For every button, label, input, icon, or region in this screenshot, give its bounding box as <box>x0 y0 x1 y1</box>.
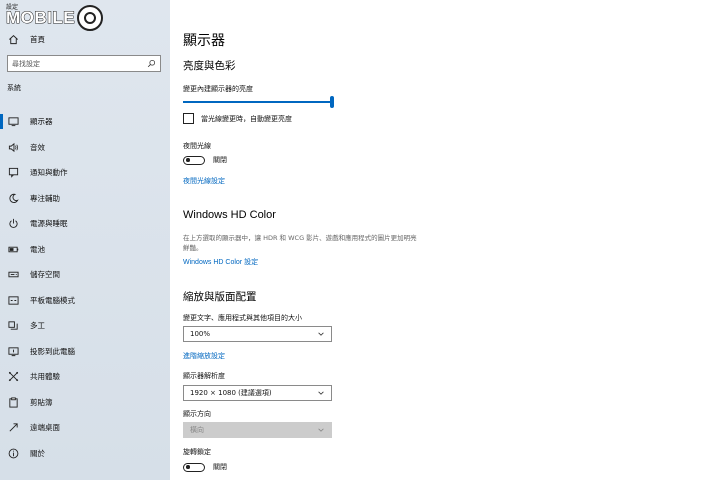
clipboard-icon <box>6 395 20 409</box>
night-light-toggle[interactable]: 關閉 <box>183 155 227 165</box>
sidebar-item-focus-assist[interactable]: 專注輔助 <box>0 186 170 212</box>
sidebar-item-label: 電源與睡眠 <box>30 219 68 229</box>
page-title: 顯示器 <box>183 33 225 49</box>
sidebar-nav: 顯示器 音效 通知與動作 專注輔助 電源與睡眠 電池 儲存空間 平板電腦模式 多… <box>0 109 170 466</box>
hd-color-description: 在上方選取的顯示器中，讓 HDR 和 WCG 影片、遊戲和應用程式的圖片更加明亮… <box>183 234 417 252</box>
shared-experience-icon <box>6 370 20 384</box>
rotation-lock-label: 旋轉鎖定 <box>183 448 211 456</box>
home-icon <box>6 32 20 46</box>
sidebar-item-clipboard[interactable]: 剪貼簿 <box>0 390 170 416</box>
notification-icon <box>6 166 20 180</box>
sidebar-item-label: 多工 <box>30 321 45 331</box>
monitor-icon <box>6 115 20 129</box>
rotation-lock-state: 關閉 <box>213 463 227 471</box>
remote-desktop-icon <box>6 421 20 435</box>
multitasking-icon <box>6 319 20 333</box>
sidebar-item-label: 首頁 <box>30 34 45 44</box>
sidebar-item-label: 剪貼簿 <box>30 397 53 407</box>
orientation-value: 橫向 <box>190 426 204 434</box>
sidebar-item-shared-experiences[interactable]: 共用體驗 <box>0 364 170 390</box>
sidebar-item-label: 音效 <box>30 142 45 152</box>
sidebar-item-label: 遠端桌面 <box>30 423 60 433</box>
sidebar-item-notifications[interactable]: 通知與動作 <box>0 160 170 186</box>
sidebar-item-label: 電池 <box>30 244 45 254</box>
night-light-switch[interactable] <box>183 155 205 165</box>
resolution-label: 顯示器解析度 <box>183 372 225 380</box>
brightness-slider-thumb[interactable] <box>330 96 334 108</box>
chevron-down-icon <box>317 389 325 397</box>
main-content: 顯示器 亮度與色彩 變更內建顯示器的亮度 當光線變更時，自動變更亮度 夜間光線 … <box>170 0 720 480</box>
search-box[interactable] <box>7 55 161 72</box>
chevron-down-icon <box>317 426 325 434</box>
hd-color-heading: Windows HD Color <box>183 209 276 221</box>
section-label-system: 系統 <box>7 84 21 92</box>
sidebar-item-label: 儲存空間 <box>30 270 60 280</box>
orientation-dropdown: 橫向 <box>183 422 332 438</box>
resolution-value: 1920 × 1080 (建議選項) <box>190 389 272 397</box>
sidebar-item-label: 平板電腦模式 <box>30 295 75 305</box>
logo-text: MOBILE <box>5 8 76 28</box>
brightness-slider[interactable] <box>183 96 334 108</box>
scale-layout-heading: 縮放與版面配置 <box>183 291 257 303</box>
sidebar-item-storage[interactable]: 儲存空間 <box>0 262 170 288</box>
rotation-lock-toggle[interactable]: 關閉 <box>183 462 227 472</box>
sidebar-item-power-sleep[interactable]: 電源與睡眠 <box>0 211 170 237</box>
night-light-settings-link[interactable]: 夜間光線設定 <box>183 176 225 186</box>
sidebar-item-label: 投影到此電腦 <box>30 346 75 356</box>
orientation-label: 顯示方向 <box>183 410 211 418</box>
sidebar-item-battery[interactable]: 電池 <box>0 237 170 263</box>
resolution-dropdown[interactable]: 1920 × 1080 (建議選項) <box>183 385 332 401</box>
moon-icon <box>6 191 20 205</box>
sidebar-item-label: 關於 <box>30 448 45 458</box>
brightness-slider-fill <box>183 101 332 103</box>
advanced-scaling-link[interactable]: 進階縮放設定 <box>183 351 225 361</box>
night-light-state: 關閉 <box>213 156 227 164</box>
brightness-color-heading: 亮度與色彩 <box>183 60 236 72</box>
rotation-lock-switch[interactable] <box>183 462 205 472</box>
battery-icon <box>6 242 20 256</box>
sidebar-item-tablet-mode[interactable]: 平板電腦模式 <box>0 288 170 314</box>
sidebar-item-sound[interactable]: 音效 <box>0 135 170 161</box>
logo-01-mark <box>77 5 104 31</box>
sidebar-item-label: 通知與動作 <box>30 168 68 178</box>
checkbox-box[interactable] <box>183 113 194 124</box>
project-icon <box>6 344 20 358</box>
chevron-down-icon <box>317 330 325 338</box>
sidebar-item-home[interactable]: 首頁 <box>0 30 170 48</box>
search-input[interactable] <box>12 59 132 68</box>
sidebar-item-label: 共用體驗 <box>30 372 60 382</box>
scale-dropdown[interactable]: 100% <box>183 326 332 342</box>
search-icon[interactable] <box>147 59 156 68</box>
sidebar-item-project-to-pc[interactable]: 投影到此電腦 <box>0 339 170 365</box>
scale-label: 變更文字、應用程式與其他項目的大小 <box>183 314 302 322</box>
auto-brightness-label: 當光線變更時，自動變更亮度 <box>201 114 292 123</box>
scale-value: 100% <box>190 330 211 338</box>
brightness-slider-label: 變更內建顯示器的亮度 <box>183 85 253 93</box>
speaker-icon <box>6 140 20 154</box>
power-icon <box>6 217 20 231</box>
sidebar-item-remote-desktop[interactable]: 遠端桌面 <box>0 415 170 441</box>
sidebar-item-display[interactable]: 顯示器 <box>0 109 170 135</box>
hd-color-settings-link[interactable]: Windows HD Color 設定 <box>183 257 258 267</box>
sidebar-item-label: 顯示器 <box>30 117 53 127</box>
night-light-label: 夜間光線 <box>183 142 211 150</box>
sidebar-item-multitasking[interactable]: 多工 <box>0 313 170 339</box>
auto-brightness-checkbox[interactable]: 當光線變更時，自動變更亮度 <box>183 113 292 124</box>
sidebar-item-label: 專注輔助 <box>30 193 60 203</box>
info-icon <box>6 446 20 460</box>
tablet-icon <box>6 293 20 307</box>
sidebar-item-about[interactable]: 關於 <box>0 441 170 467</box>
mobile01-logo: MOBILE <box>5 5 104 31</box>
sidebar: 設定 MOBILE 首頁 系統 顯示器 音效 通知與動作 專注輔助 <box>0 0 170 480</box>
storage-icon <box>6 268 20 282</box>
